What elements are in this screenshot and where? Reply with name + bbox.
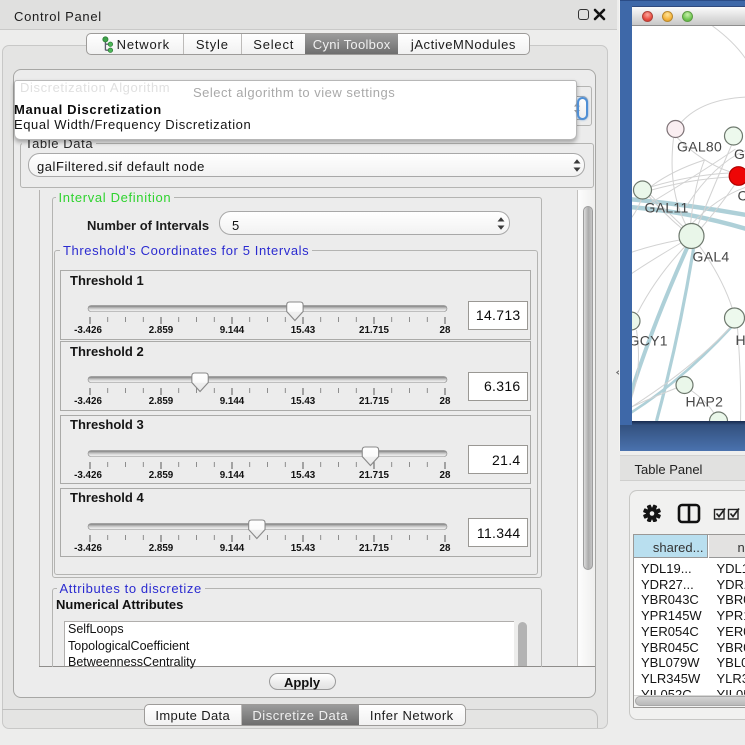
svg-text:21.715: 21.715 — [359, 325, 390, 336]
svg-text:2.859: 2.859 — [149, 325, 174, 336]
svg-text:28: 28 — [440, 543, 451, 554]
svg-text:GCY1: GCY1 — [632, 333, 668, 349]
svg-text:CY: CY — [737, 188, 745, 204]
svg-text:9.144: 9.144 — [220, 543, 245, 554]
svg-text:21.715: 21.715 — [359, 396, 390, 407]
svg-text:HI: HI — [735, 332, 745, 348]
svg-text:9.144: 9.144 — [220, 470, 245, 481]
svg-text:HAP2: HAP2 — [685, 394, 723, 410]
svg-text:9.144: 9.144 — [220, 325, 245, 336]
svg-text:15.43: 15.43 — [291, 396, 316, 407]
svg-text:-3.426: -3.426 — [74, 325, 102, 336]
svg-text:9.144: 9.144 — [220, 396, 245, 407]
svg-text:GAL11: GAL11 — [644, 200, 688, 216]
svg-text:28: 28 — [440, 470, 451, 481]
svg-text:GAL80: GAL80 — [677, 139, 722, 155]
svg-text:GAL4: GAL4 — [692, 249, 729, 265]
svg-text:21.715: 21.715 — [359, 470, 390, 481]
svg-text:15.43: 15.43 — [291, 470, 316, 481]
svg-text:-3.426: -3.426 — [74, 396, 102, 407]
svg-text:-3.426: -3.426 — [74, 470, 102, 481]
svg-text:2.859: 2.859 — [149, 470, 174, 481]
svg-text:GA: GA — [734, 146, 745, 162]
svg-text:15.43: 15.43 — [291, 543, 316, 554]
svg-text:-3.426: -3.426 — [74, 543, 102, 554]
svg-text:2.859: 2.859 — [149, 543, 174, 554]
svg-text:15.43: 15.43 — [291, 325, 316, 336]
svg-text:21.715: 21.715 — [359, 543, 390, 554]
svg-text:28: 28 — [440, 325, 451, 336]
svg-text:2.859: 2.859 — [149, 396, 174, 407]
svg-text:28: 28 — [440, 396, 451, 407]
